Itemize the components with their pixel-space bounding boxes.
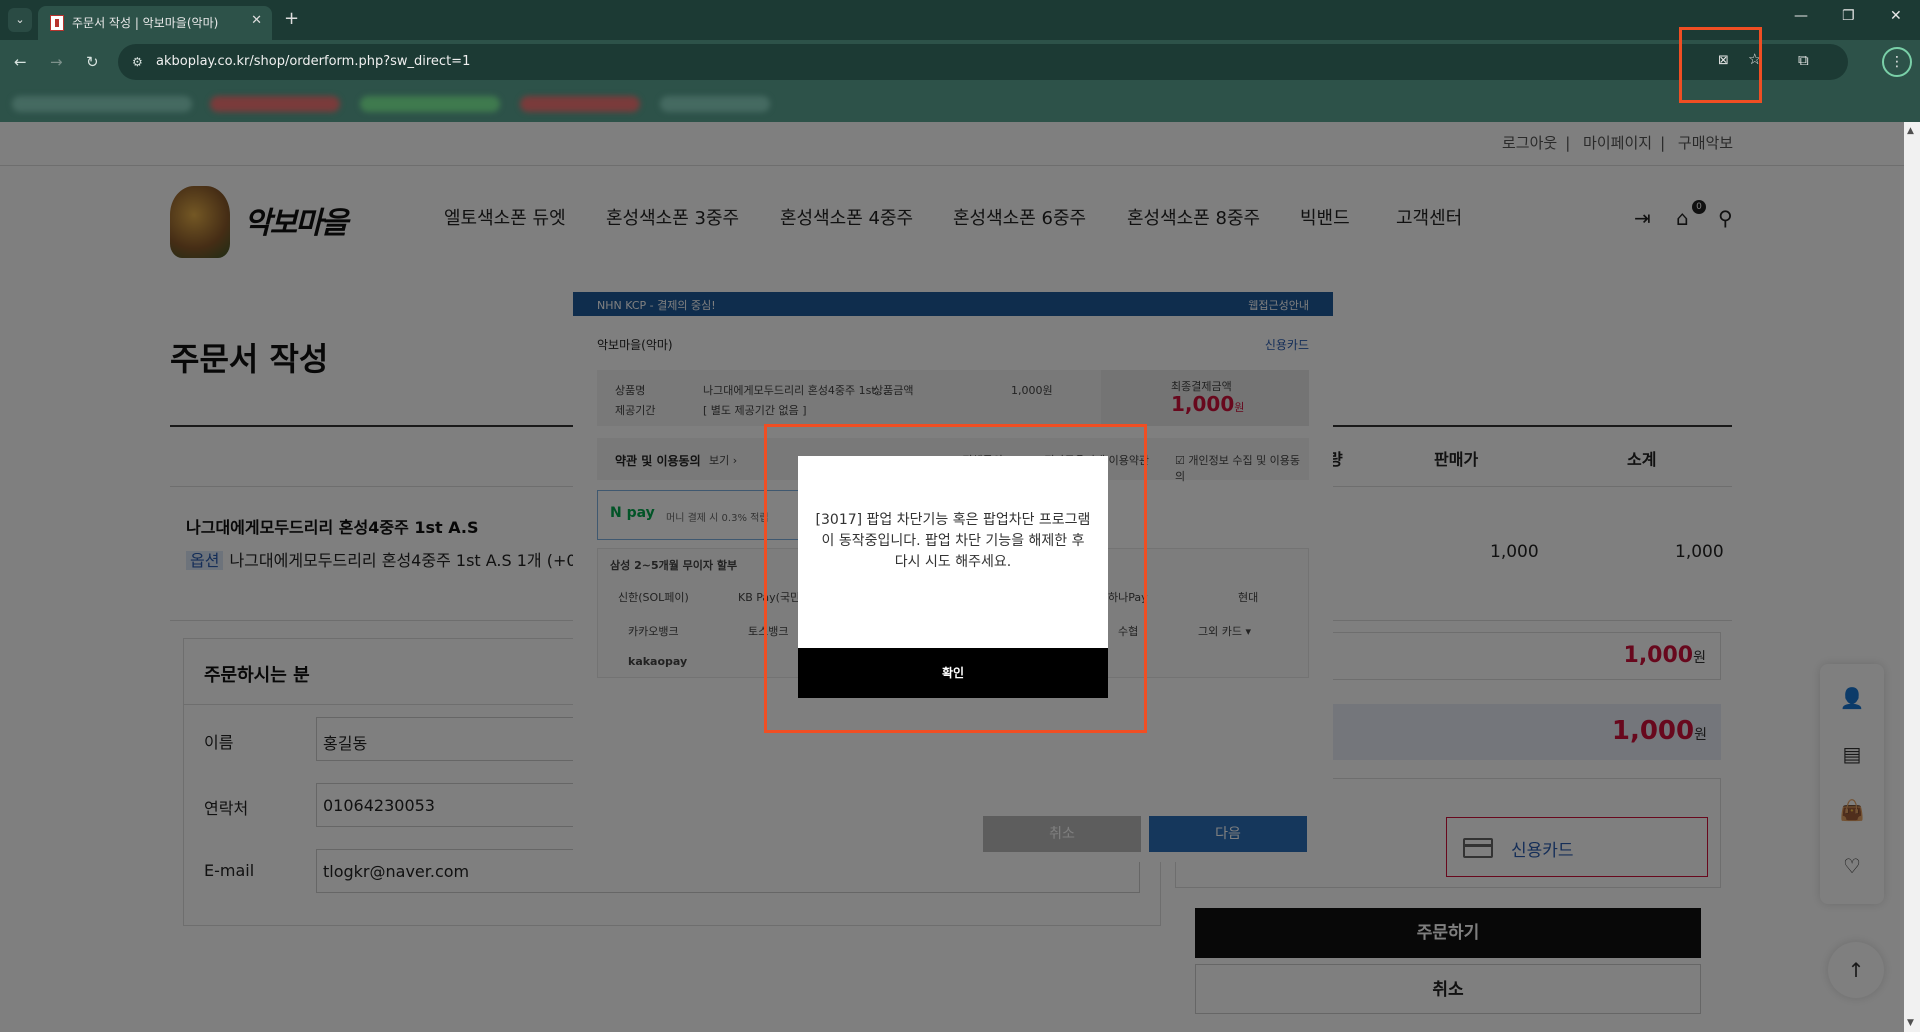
- tab-search-button[interactable]: ⌄: [8, 8, 32, 32]
- restore-button[interactable]: ❐: [1842, 8, 1855, 24]
- reload-icon[interactable]: ↻: [86, 53, 99, 71]
- url-text[interactable]: akboplay.co.kr/shop/orderform.php?sw_dir…: [156, 54, 470, 69]
- tab-title: 주문서 작성 | 악보마을(악마): [72, 16, 219, 30]
- site-info-icon[interactable]: ⚙: [132, 55, 143, 69]
- new-tab-button[interactable]: +: [284, 8, 299, 29]
- favicon-icon: [50, 15, 64, 31]
- highlight-box-alert: [764, 424, 1147, 733]
- chrome-menu-icon[interactable]: ⋮: [1882, 47, 1912, 77]
- highlight-box-popup-icon: [1679, 27, 1762, 103]
- back-icon[interactable]: ←: [14, 53, 27, 71]
- close-window-button[interactable]: ✕: [1890, 8, 1902, 24]
- url-bar[interactable]: ⚙ akboplay.co.kr/shop/orderform.php?sw_d…: [118, 44, 1848, 80]
- scrollbar[interactable]: ▲ ▼: [1904, 122, 1920, 1032]
- address-toolbar: ← → ↻ ⚙ akboplay.co.kr/shop/orderform.ph…: [0, 40, 1920, 86]
- browser-tab[interactable]: 주문서 작성 | 악보마을(악마) ✕: [38, 6, 272, 40]
- extensions-icon[interactable]: ⧉: [1798, 51, 1809, 69]
- browser-tab-bar: ⌄ 주문서 작성 | 악보마을(악마) ✕ + — ❐ ✕: [0, 0, 1920, 40]
- bookmarks-bar: [0, 86, 1920, 122]
- forward-icon[interactable]: →: [50, 53, 63, 71]
- minimize-button[interactable]: —: [1794, 8, 1808, 24]
- tab-close-icon[interactable]: ✕: [251, 13, 262, 28]
